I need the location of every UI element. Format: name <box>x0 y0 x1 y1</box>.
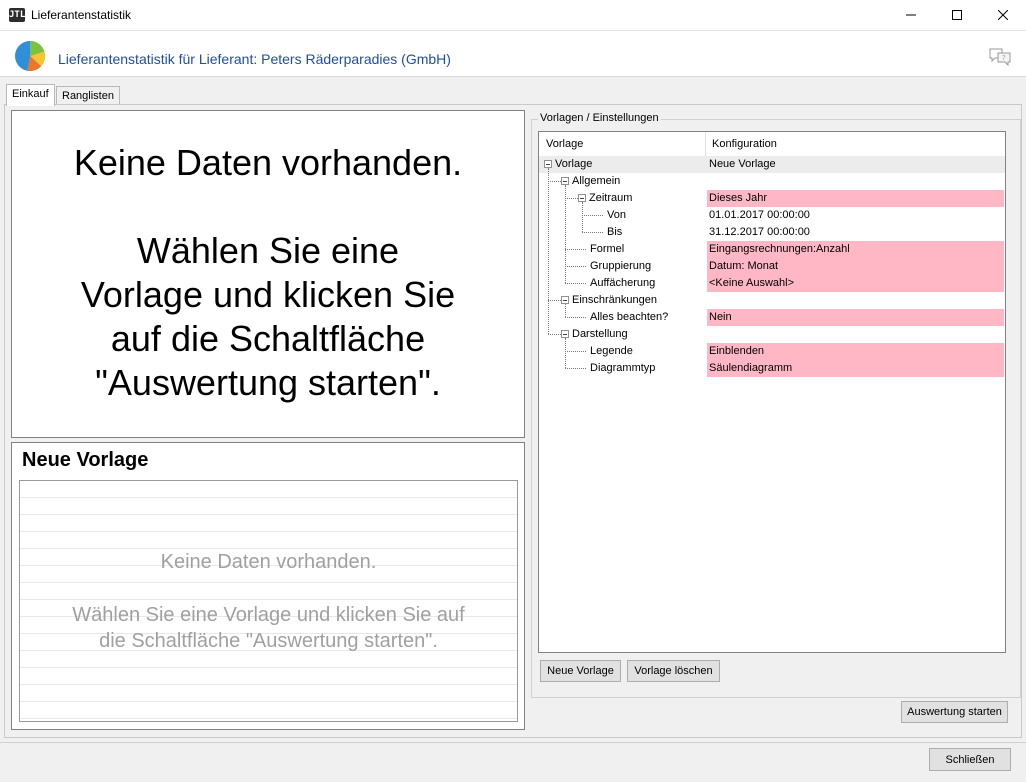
settings-row-value[interactable]: Nein <box>707 309 1004 326</box>
settings-row[interactable]: Alles beachten? Nein <box>539 309 1005 326</box>
settings-property-grid[interactable]: Vorlage Konfiguration Vorlage Neue Vorlag… <box>538 131 1006 653</box>
settings-row[interactable]: Darstellung <box>539 326 1005 343</box>
settings-row[interactable]: Allgemein <box>539 173 1005 190</box>
tab-einkauf[interactable]: Einkauf <box>6 84 55 106</box>
settings-row-label: Auffächerung <box>590 277 656 289</box>
settings-row-label: Vorlage <box>555 158 593 170</box>
collapse-toggle-icon[interactable] <box>561 330 569 338</box>
instruction-text: Wählen Sie eine Vorlage und klicken Sie … <box>80 230 456 403</box>
title-bar: JTL Lieferantenstatistik <box>0 0 1026 31</box>
settings-row-value[interactable]: <Keine Auswahl> <box>707 275 1004 292</box>
settings-row[interactable]: Formel Eingangsrechnungen:Anzahl <box>539 241 1005 258</box>
settings-row[interactable]: Vorlage Neue Vorlage <box>539 156 1005 173</box>
page-title: Lieferantenstatistik für Lieferant: Pete… <box>58 51 451 67</box>
settings-row-value[interactable]: Einblenden <box>707 343 1004 360</box>
settings-row[interactable]: Auffächerung <Keine Auswahl> <box>539 275 1005 292</box>
svg-text:?: ? <box>1002 54 1006 62</box>
settings-row-value[interactable]: 31.12.2017 00:00:00 <box>707 224 1004 241</box>
collapse-toggle-icon[interactable] <box>561 296 569 304</box>
settings-row-value[interactable]: Neue Vorlage <box>707 156 1004 173</box>
settings-row-value[interactable]: Dieses Jahr <box>707 190 1004 207</box>
settings-row-value[interactable] <box>707 326 1004 343</box>
settings-row-label: Legende <box>590 345 633 357</box>
new-template-button[interactable]: Neue Vorlage <box>540 660 621 682</box>
settings-row-value[interactable] <box>707 173 1004 190</box>
settings-row-value[interactable]: 01.01.2017 00:00:00 <box>707 207 1004 224</box>
page-header: Lieferantenstatistik für Lieferant: Pete… <box>0 31 1026 77</box>
chart-area: Keine Daten vorhanden. Wählen Sie eine V… <box>19 480 518 722</box>
close-window-button[interactable] <box>980 0 1026 30</box>
settings-row[interactable]: Bis 31.12.2017 00:00:00 <box>539 224 1005 241</box>
settings-group-title: Vorlagen / Einstellungen <box>538 112 661 124</box>
collapse-toggle-icon[interactable] <box>578 194 586 202</box>
settings-row-label: Zeitraum <box>589 192 633 204</box>
start-analysis-button[interactable]: Auswertung starten <box>901 701 1008 723</box>
settings-row-label: Alles beachten? <box>590 311 669 323</box>
collapse-toggle-icon[interactable] <box>544 160 552 168</box>
close-icon <box>998 10 1008 20</box>
chart-no-data-text: Keine Daten vorhanden. <box>160 551 377 573</box>
tab-ranglisten[interactable]: Ranglisten <box>56 86 120 105</box>
no-data-heading: Keine Daten vorhanden. <box>73 142 463 183</box>
settings-row[interactable]: Gruppierung Datum: Monat <box>539 258 1005 275</box>
settings-row-label: Bis <box>607 226 623 238</box>
settings-row-label: Gruppierung <box>590 260 652 272</box>
chart-instruction-text: Wählen Sie eine Vorlage und klicken Sie … <box>72 604 465 652</box>
settings-row-label: Formel <box>590 243 625 255</box>
settings-row-value[interactable]: Eingangsrechnungen:Anzahl <box>707 241 1004 258</box>
settings-row-value[interactable] <box>707 292 1004 309</box>
template-title: Neue Vorlage <box>22 449 149 471</box>
settings-row[interactable]: Diagrammtyp Säulendiagramm <box>539 360 1005 377</box>
grid-header: Vorlage Konfiguration <box>539 132 1005 157</box>
template-chart-panel: Neue Vorlage Keine Daten vorhanden. Wähl… <box>11 442 525 730</box>
settings-row[interactable]: Von 01.01.2017 00:00:00 <box>539 207 1005 224</box>
collapse-toggle-icon[interactable] <box>561 177 569 185</box>
close-button[interactable]: Schließen <box>929 748 1011 771</box>
column-header-konfiguration[interactable]: Konfiguration <box>712 138 777 150</box>
maximize-icon <box>952 10 962 20</box>
minimize-icon <box>906 14 916 16</box>
settings-row[interactable]: Zeitraum Dieses Jahr <box>539 190 1005 207</box>
settings-row-label: Von <box>607 209 626 221</box>
settings-row-label: Allgemein <box>572 175 621 187</box>
column-divider[interactable] <box>705 132 706 156</box>
settings-row-label: Diagrammtyp <box>590 362 656 374</box>
settings-row[interactable]: Legende Einblenden <box>539 343 1005 360</box>
settings-row-value[interactable]: Säulendiagramm <box>707 360 1004 377</box>
minimize-button[interactable] <box>888 0 934 30</box>
result-message-box: Keine Daten vorhanden. Wählen Sie eine V… <box>11 110 525 438</box>
delete-template-button[interactable]: Vorlage löschen <box>627 660 720 682</box>
settings-row-value[interactable]: Datum: Monat <box>707 258 1004 275</box>
maximize-button[interactable] <box>934 0 980 30</box>
window-title: Lieferantenstatistik <box>31 8 132 22</box>
footer-divider <box>0 742 1026 743</box>
grid-rows: Vorlage Neue Vorlage Allgemein Zeitraum Dies… <box>539 156 1005 652</box>
pie-chart-icon <box>15 40 46 72</box>
settings-row-label: Darstellung <box>572 328 628 340</box>
jtl-logo-icon: JTL <box>9 8 26 22</box>
settings-row[interactable]: Einschränkungen <box>539 292 1005 309</box>
chat-help-icon[interactable]: ? <box>988 47 1012 67</box>
settings-row-label: Einschränkungen <box>572 294 658 306</box>
column-header-vorlage[interactable]: Vorlage <box>546 138 583 150</box>
